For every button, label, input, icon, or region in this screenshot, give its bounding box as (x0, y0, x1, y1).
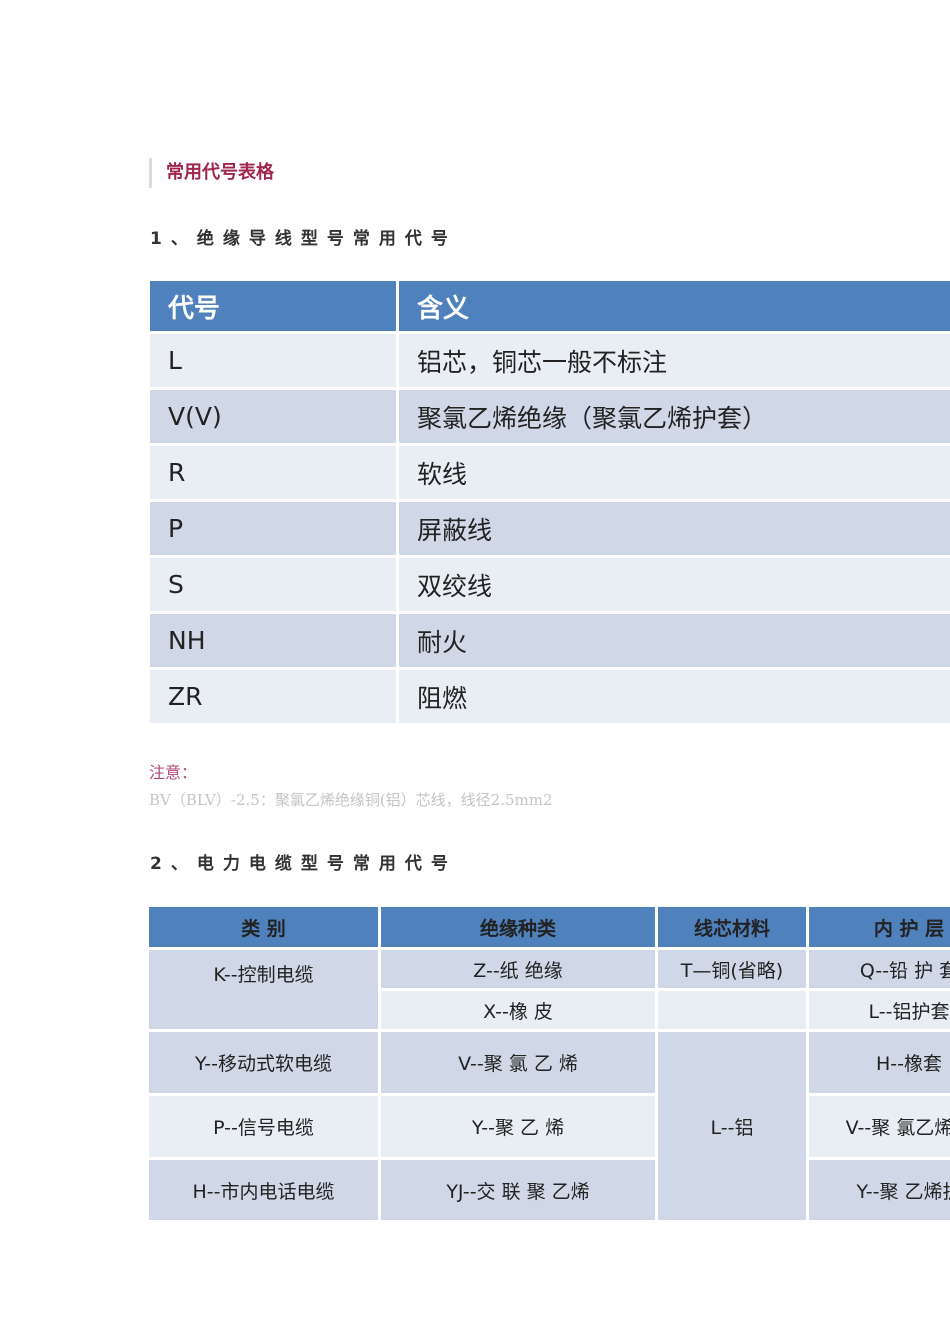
header-insulation: 绝缘种类 (381, 907, 655, 947)
table-row: V(V) 聚氯乙烯绝缘（聚氯乙烯护套） (150, 390, 950, 443)
table-row: L 铝芯，铜芯一般不标注 (150, 334, 950, 387)
sheath-cell: V--聚 氯乙烯护 (809, 1096, 950, 1157)
meaning-cell: 屏蔽线 (399, 502, 950, 555)
header-code: 代号 (150, 281, 396, 331)
table-row: NH 耐火 (150, 614, 950, 667)
meaning-cell: 阻燃 (399, 670, 950, 723)
core-cell: L--铝 (658, 1032, 806, 1220)
insulation-cell: YJ--交 联 聚 乙烯 (381, 1160, 655, 1220)
table-row: ZR 阻燃 (150, 670, 950, 723)
insulation-cell: V--聚 氯 乙 烯 (381, 1032, 655, 1093)
section-heading-1: 1、绝缘导线型号常用代号 (150, 229, 457, 249)
table-row: P 屏蔽线 (150, 502, 950, 555)
code-cell: S (150, 558, 396, 611)
table-row: S 双绞线 (150, 558, 950, 611)
header-core: 线芯材料 (658, 907, 806, 947)
meaning-cell: 耐火 (399, 614, 950, 667)
insulation-cell: Z--纸 绝缘 (381, 950, 655, 988)
code-cell: R (150, 446, 396, 499)
meaning-cell: 软线 (399, 446, 950, 499)
category-cell: H--市内电话电缆 (149, 1160, 378, 1220)
code-cell: P (150, 502, 396, 555)
note-text: BV（BLV）-2.5：聚氯乙烯绝缘铜(铝）芯线，线径2.5mm2 (149, 791, 553, 809)
code-cell: NH (150, 614, 396, 667)
meaning-cell: 铝芯，铜芯一般不标注 (399, 334, 950, 387)
insulated-wire-code-table: 代号 含义 L 铝芯，铜芯一般不标注 V(V) 聚氯乙烯绝缘（聚氯乙烯护套） R 软线 … (147, 278, 950, 726)
sheath-cell: Y--聚 乙烯护 (809, 1160, 950, 1220)
core-cell: T—铜(省略) (658, 950, 806, 988)
code-cell: V(V) (150, 390, 396, 443)
section-heading-2: 2、电力电缆型号常用代号 (150, 854, 457, 874)
note-label: 注意： (149, 763, 198, 782)
meaning-cell: 聚氯乙烯绝缘（聚氯乙烯护套） (399, 390, 950, 443)
category-cell: P--信号电缆 (149, 1096, 378, 1157)
category-cell: K--控制电缆 (149, 950, 378, 1029)
insulation-cell: X--橡 皮 (381, 991, 655, 1029)
insulation-cell: Y--聚 乙 烯 (381, 1096, 655, 1157)
header-sheath: 内 护 层 (809, 907, 950, 947)
sheath-cell: L--铝护套 (809, 991, 950, 1029)
page-title: 常用代号表格 (149, 158, 274, 188)
meaning-cell: 双绞线 (399, 558, 950, 611)
code-cell: ZR (150, 670, 396, 723)
table-row: R 软线 (150, 446, 950, 499)
power-cable-code-table: 类 别绝缘种类 线芯材料内 护 层 K--控制电缆 Z--纸 绝缘 T—铜(省略) Q-… (146, 904, 950, 1222)
core-cell-empty (658, 991, 806, 1029)
code-cell: L (150, 334, 396, 387)
sheath-cell: H--橡套 (809, 1032, 950, 1093)
header-meaning: 含义 (399, 281, 950, 331)
sheath-cell: Q--铅 护 套 (809, 950, 950, 988)
category-cell: Y--移动式软电缆 (149, 1032, 378, 1093)
header-category: 类 别 (149, 907, 378, 947)
